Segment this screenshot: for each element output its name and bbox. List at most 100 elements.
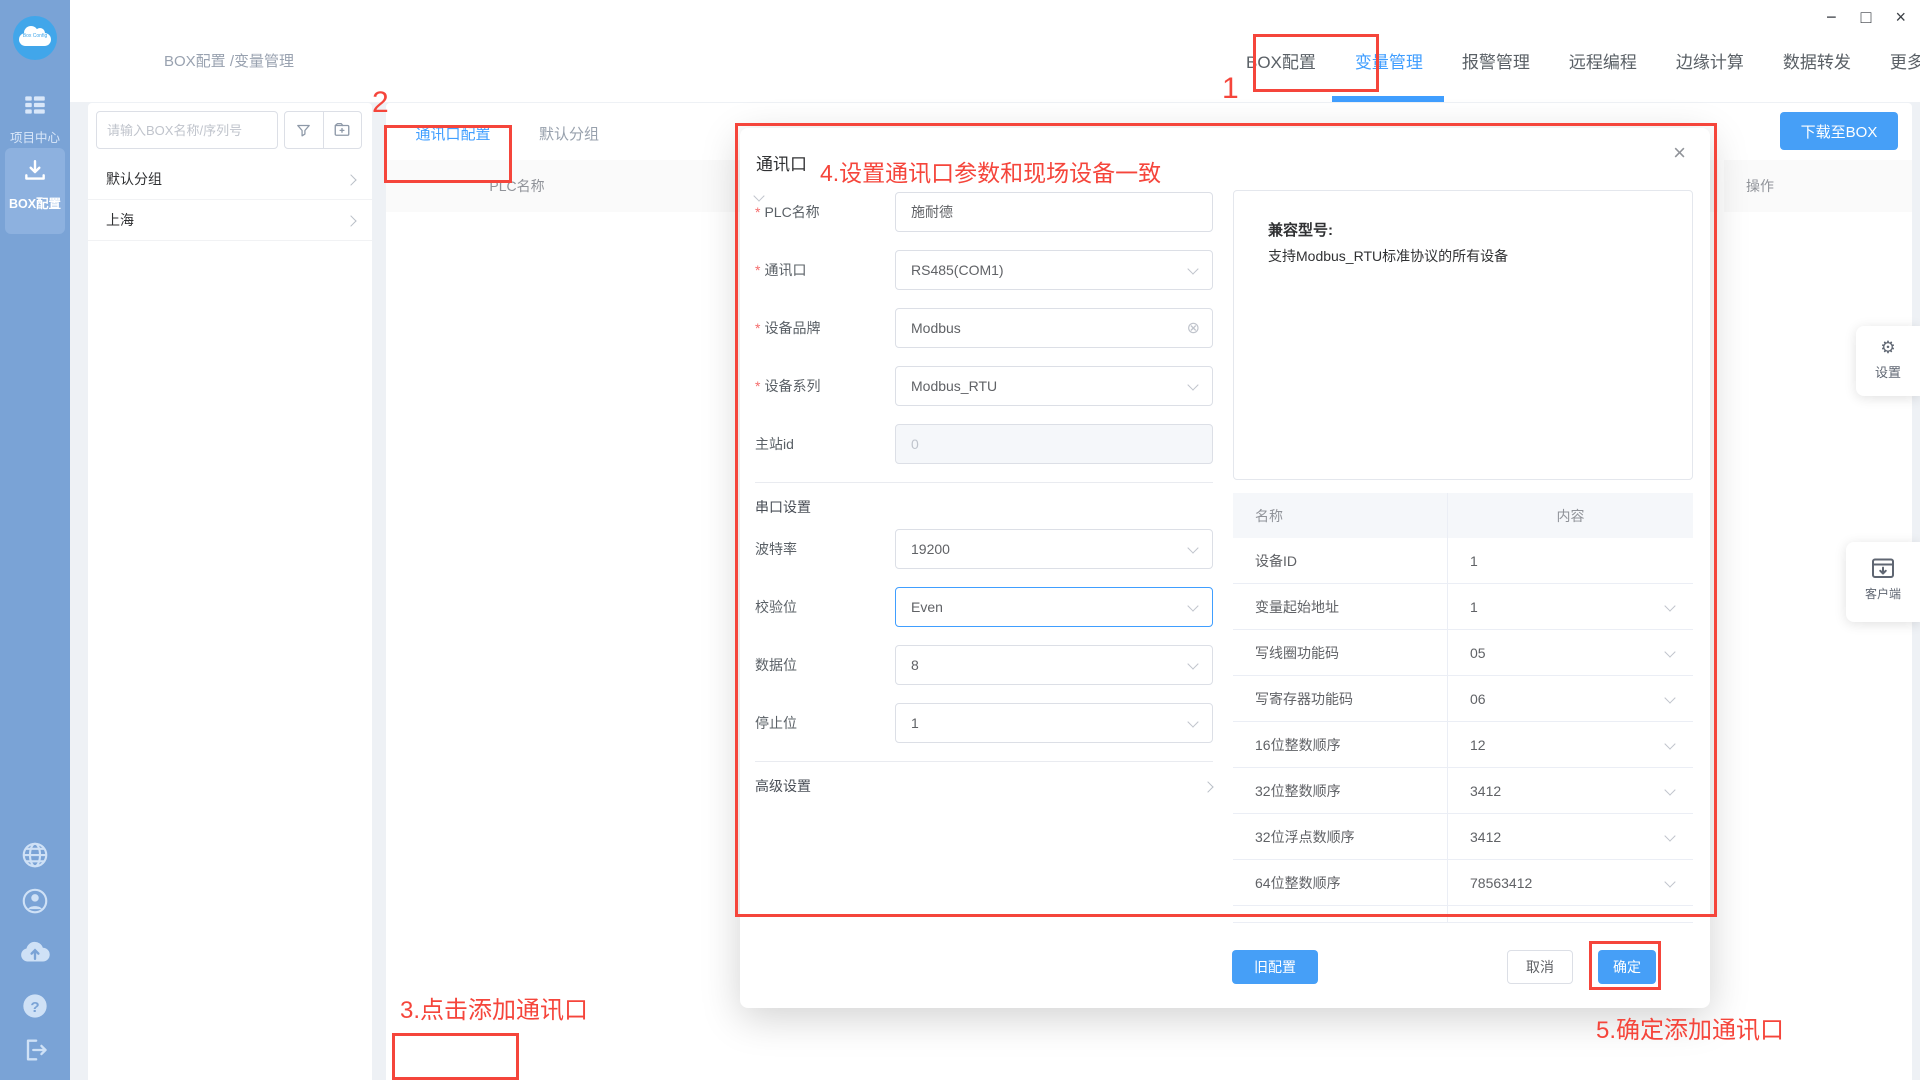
input-field[interactable]: 施耐德: [895, 192, 1213, 232]
close-icon[interactable]: ×: [1895, 4, 1906, 30]
param-name-cell: 写线圈功能码: [1233, 630, 1448, 675]
download-to-box-button[interactable]: 下载至BOX: [1780, 112, 1898, 150]
maximize-icon[interactable]: □: [1861, 4, 1872, 30]
action-column-header: 操作: [1746, 160, 1826, 212]
field-label-text: 停止位: [755, 715, 797, 731]
filter-icon[interactable]: [285, 112, 324, 148]
select-field[interactable]: 1: [895, 703, 1213, 743]
client-download-widget[interactable]: 客户端: [1846, 542, 1920, 622]
field-label-text: 校验位: [755, 599, 797, 615]
chevron-down-icon: [1666, 832, 1675, 841]
sidebar-item-box-config[interactable]: BOX配置: [5, 148, 65, 234]
field-value: 0: [911, 436, 919, 452]
old-config-button[interactable]: 旧配置: [1232, 950, 1318, 984]
param-value-select[interactable]: 06: [1448, 676, 1693, 721]
input-field[interactable]: Modbus⊗: [895, 308, 1213, 348]
field-label: 主站id: [755, 434, 895, 454]
field-label-text: 波特率: [755, 541, 797, 557]
group-row[interactable]: 默认分组: [88, 159, 372, 200]
param-value-select[interactable]: 12: [1448, 722, 1693, 767]
active-nav-underline: [1332, 96, 1444, 102]
table-row: 16位整数顺序12: [1233, 722, 1693, 768]
param-value-select[interactable]: 1: [1448, 584, 1693, 629]
form-row: *设备系列Modbus_RTU: [755, 366, 1213, 406]
chevron-down-icon: [1666, 878, 1675, 887]
table-row: 设备ID1: [1233, 538, 1693, 584]
field-value: 19200: [911, 541, 950, 557]
tab-port-config[interactable]: 通讯口配置: [398, 113, 508, 157]
nav-item[interactable]: 更多功能: [1890, 48, 1920, 73]
tab-default-group[interactable]: 默认分组: [524, 113, 614, 157]
nav-item[interactable]: 变量管理: [1355, 48, 1423, 73]
param-name-cell: 32位整数顺序: [1233, 768, 1448, 813]
grid-icon: [22, 92, 48, 118]
form-row: 数据位8: [755, 645, 1213, 685]
select-field[interactable]: Even: [895, 587, 1213, 627]
table-row: [1233, 906, 1693, 923]
top-nav: BOX配置 变量管理 报警管理 远程编程 边缘计算 数据转发 更多功能: [1246, 48, 1920, 73]
table-row: 变量起始地址1: [1233, 584, 1693, 630]
field-value: 8: [911, 657, 919, 673]
sidebar-item-label: BOX配置: [0, 193, 70, 212]
select-field[interactable]: 19200: [895, 529, 1213, 569]
compatible-models-title: 兼容型号:: [1268, 219, 1658, 240]
nav-item[interactable]: 边缘计算: [1676, 48, 1744, 73]
param-value-select[interactable]: 05: [1448, 630, 1693, 675]
select-field[interactable]: 8: [895, 645, 1213, 685]
group-row[interactable]: 上海: [88, 200, 372, 241]
select-field[interactable]: Modbus_RTU: [895, 366, 1213, 406]
param-value: 1: [1470, 599, 1478, 615]
param-value: 3412: [1470, 829, 1501, 845]
modal-close-icon[interactable]: ×: [1673, 140, 1686, 166]
param-value-select[interactable]: 78563412: [1448, 860, 1693, 905]
table-row: 64位整数顺序 78563412: [1233, 860, 1693, 906]
user-icon[interactable]: [0, 886, 70, 916]
cancel-button[interactable]: 取消: [1507, 950, 1573, 984]
cloud-upload-icon[interactable]: [0, 936, 70, 966]
field-value: 施耐德: [911, 202, 953, 222]
settings-widget[interactable]: ⚙ 设置: [1856, 326, 1920, 396]
sidebar-item-label: 项目中心: [0, 127, 70, 146]
field-label-text: PLC名称: [764, 204, 819, 220]
sidebar-item-project-center[interactable]: 项目中心: [0, 92, 70, 146]
nav-item[interactable]: BOX配置: [1246, 48, 1316, 73]
nav-item[interactable]: 报警管理: [1462, 48, 1530, 73]
param-value-select[interactable]: 3412: [1448, 814, 1693, 859]
group-label: 上海: [106, 210, 134, 230]
app-window: Box Config 项目中心 BOX配置: [0, 0, 1920, 1080]
form-row: 主站id 0: [755, 424, 1213, 464]
param-value: 78563412: [1470, 875, 1532, 891]
chevron-right-icon: [347, 216, 356, 225]
required-star: *: [755, 204, 760, 220]
serial-settings-section-header[interactable]: 串口设置: [755, 493, 1213, 521]
param-value: 12: [1470, 737, 1486, 753]
globe-icon[interactable]: [0, 840, 70, 870]
field-label-text: 设备系列: [764, 378, 820, 394]
compatible-models-body: 支持Modbus_RTU标准协议的所有设备: [1268, 246, 1658, 266]
params-name-header: 名称: [1233, 493, 1448, 538]
param-value-cell: 1: [1448, 538, 1693, 583]
field-label: 停止位: [755, 713, 895, 733]
confirm-button[interactable]: 确定: [1598, 950, 1656, 984]
minimize-icon[interactable]: −: [1826, 4, 1837, 30]
app-logo[interactable]: Box Config: [13, 16, 57, 60]
clear-icon[interactable]: ⊗: [1187, 318, 1200, 338]
add-group-icon[interactable]: [324, 112, 362, 148]
select-field[interactable]: RS485(COM1): [895, 250, 1213, 290]
divider: [755, 761, 1213, 762]
param-value-select[interactable]: 3412: [1448, 768, 1693, 813]
window-controls: − □ ×: [1826, 4, 1906, 30]
param-name-cell: 64位整数顺序: [1233, 860, 1448, 905]
search-input[interactable]: [96, 111, 278, 149]
required-star: *: [755, 262, 760, 278]
advanced-settings-section-header[interactable]: 高级设置: [755, 772, 1213, 800]
param-value: 05: [1470, 645, 1486, 661]
field-label: *设备品牌: [755, 318, 895, 338]
logout-icon[interactable]: [0, 1036, 70, 1064]
nav-item[interactable]: 数据转发: [1783, 48, 1851, 73]
help-icon[interactable]: ?: [0, 992, 70, 1020]
chevron-right-icon: [1204, 782, 1213, 791]
nav-item[interactable]: 远程编程: [1569, 48, 1637, 73]
field-label: *PLC名称: [755, 202, 895, 222]
input-field: 0: [895, 424, 1213, 464]
